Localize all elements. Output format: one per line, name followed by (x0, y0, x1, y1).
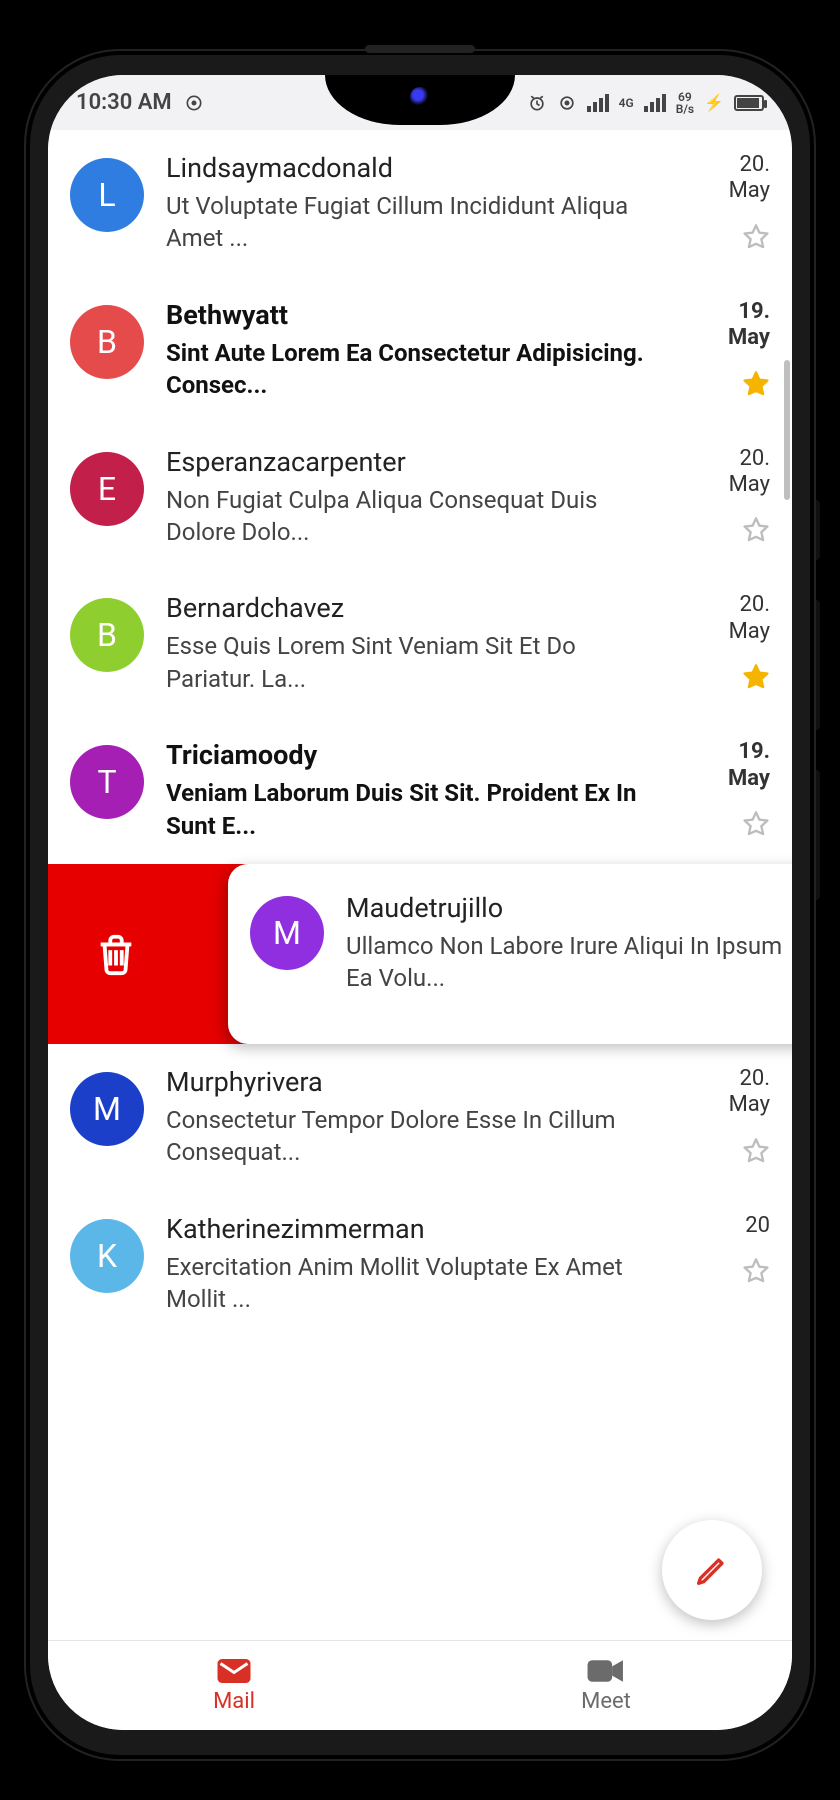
charging-icon: ⚡ (704, 93, 724, 112)
nav-meet-label: Meet (581, 1689, 631, 1714)
bottom-nav: Mail Meet (48, 1640, 792, 1730)
avatar[interactable]: K (70, 1219, 144, 1293)
email-preview: Non Fugiat Culpa Aliqua Consequat Duis D… (166, 484, 668, 549)
sender-name: Bernardchavez (166, 592, 668, 624)
pencil-icon (692, 1550, 732, 1590)
star-icon[interactable] (742, 223, 770, 251)
network-type: 4G (619, 97, 634, 109)
status-time: 10:30 AM (76, 90, 172, 115)
net-speed: 69B/s (676, 91, 694, 115)
email-list[interactable]: L Lindsaymacdonald Ut Voluptate Fugiat C… (48, 130, 792, 1640)
compose-button[interactable] (662, 1520, 762, 1620)
avatar[interactable]: M (70, 1072, 144, 1146)
scrollbar[interactable] (784, 360, 790, 500)
star-icon[interactable] (742, 810, 770, 838)
star-icon[interactable] (742, 663, 770, 691)
email-item[interactable]: B Bernardchavez Esse Quis Lorem Sint Ven… (48, 570, 792, 717)
email-preview: Sint Aute Lorem Ea Consectetur Adipisici… (166, 337, 668, 402)
alarm-icon (527, 93, 547, 113)
trash-icon[interactable] (93, 931, 139, 977)
sender-name: Lindsaymacdonald (166, 152, 668, 184)
nav-meet[interactable]: Meet (420, 1641, 792, 1730)
email-preview: Consectetur Tempor Dolore Esse In Cillum… (166, 1104, 668, 1169)
email-item[interactable]: E Esperanzacarpenter Non Fugiat Culpa Al… (48, 424, 792, 571)
email-preview: Ut Voluptate Fugiat Cillum Incididunt Al… (166, 190, 668, 255)
email-item[interactable]: M Murphyrivera Consectetur Tempor Dolore… (48, 1044, 792, 1191)
avatar[interactable]: B (70, 305, 144, 379)
sender-name: Murphyrivera (166, 1066, 668, 1098)
nav-mail-label: Mail (213, 1689, 255, 1714)
star-icon[interactable] (742, 1257, 770, 1285)
avatar[interactable]: L (70, 158, 144, 232)
star-icon[interactable] (742, 1137, 770, 1165)
sender-name: Bethwyatt (166, 299, 668, 331)
email-preview: Ullamco Non Labore Irure Aliqui In Ipsum… (346, 930, 792, 995)
email-item-swiped[interactable]: M Maudetrujillo Ullamco Non Labore Irure… (228, 864, 792, 1044)
hotspot-icon (557, 93, 577, 113)
star-icon[interactable] (742, 370, 770, 398)
signal-bars-icon (644, 94, 666, 112)
video-icon (586, 1657, 626, 1685)
email-item[interactable]: T Triciamoody Veniam Laborum Duis Sit Si… (48, 717, 792, 864)
sender-name: Katherinezimmerman (166, 1213, 668, 1245)
sender-name: Maudetrujillo (346, 892, 792, 924)
swipe-delete-row[interactable]: M Maudetrujillo Ullamco Non Labore Irure… (48, 864, 792, 1044)
battery-icon (734, 95, 764, 111)
avatar[interactable]: T (70, 745, 144, 819)
nav-mail[interactable]: Mail (48, 1641, 420, 1730)
sender-name: Triciamoody (166, 739, 668, 771)
email-item[interactable]: K Katherinezimmerman Exercitation Anim M… (48, 1191, 792, 1338)
email-item[interactable]: L Lindsaymacdonald Ut Voluptate Fugiat C… (48, 130, 792, 277)
email-preview: Esse Quis Lorem Sint Veniam Sit Et Do Pa… (166, 630, 668, 695)
mail-icon (216, 1657, 252, 1685)
location-icon (184, 93, 204, 113)
avatar[interactable]: B (70, 598, 144, 672)
avatar[interactable]: M (250, 896, 324, 970)
signal-bars-icon (587, 94, 609, 112)
star-icon[interactable] (742, 516, 770, 544)
email-preview: Veniam Laborum Duis Sit Sit. Proident Ex… (166, 777, 668, 842)
avatar[interactable]: E (70, 452, 144, 526)
sender-name: Esperanzacarpenter (166, 446, 668, 478)
email-preview: Exercitation Anim Mollit Voluptate Ex Am… (166, 1251, 668, 1316)
email-item[interactable]: B Bethwyatt Sint Aute Lorem Ea Consectet… (48, 277, 792, 424)
